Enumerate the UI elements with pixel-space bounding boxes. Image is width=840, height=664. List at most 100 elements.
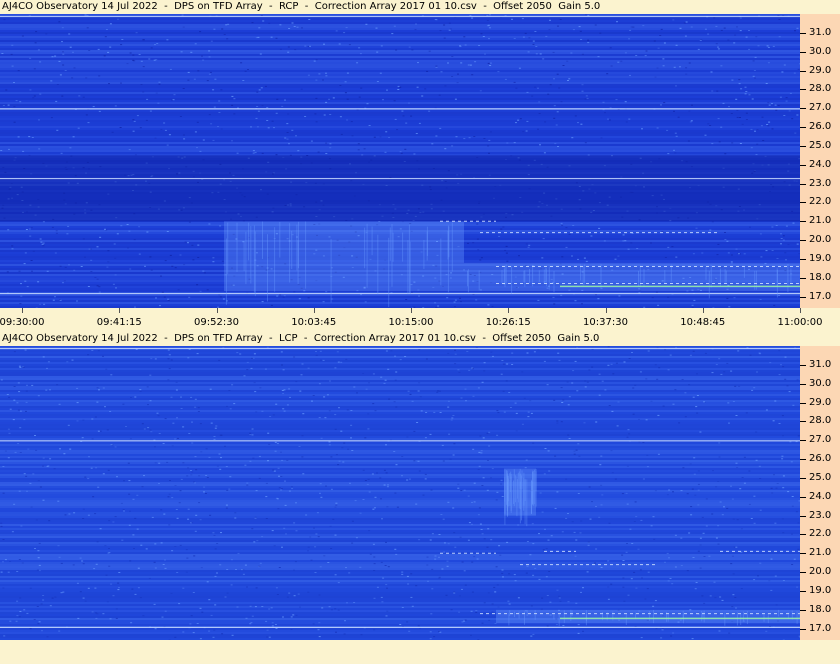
noise-speckle	[26, 286, 29, 288]
noise-speckle	[407, 583, 410, 585]
noise-speckle	[268, 443, 271, 445]
noise-speckle	[302, 473, 305, 475]
burst-streak	[478, 270, 480, 291]
burst-streak	[532, 472, 534, 504]
noise-speckle	[239, 353, 242, 355]
burst-streak	[518, 471, 520, 509]
noise-row	[0, 346, 800, 348]
noise-speckle	[577, 493, 580, 494]
noise-speckle	[324, 417, 327, 419]
y-tick	[800, 164, 806, 166]
noise-speckle	[658, 367, 661, 369]
noise-speckle	[385, 350, 388, 352]
noise-speckle	[429, 631, 432, 633]
noise-speckle	[288, 592, 291, 594]
noise-row	[0, 414, 800, 416]
noise-speckle	[519, 118, 522, 120]
noise-speckle	[2, 539, 5, 540]
x-tick-label: 09:30:00	[0, 317, 45, 328]
noise-speckle	[224, 445, 226, 447]
noise-speckle	[584, 142, 587, 144]
noise-speckle	[312, 623, 315, 625]
noise-speckle	[701, 595, 704, 597]
noise-speckle	[673, 149, 675, 151]
noise-speckle	[630, 242, 633, 244]
noise-speckle	[384, 379, 387, 381]
noise-row	[0, 526, 800, 528]
noise-row	[0, 528, 800, 530]
noise-speckle	[12, 419, 15, 421]
noise-speckle	[153, 561, 156, 563]
noise-speckle	[219, 296, 222, 298]
noise-speckle	[114, 446, 117, 448]
noise-speckle	[296, 26, 299, 28]
noise-speckle	[99, 528, 102, 530]
noise-speckle	[486, 14, 489, 16]
noise-speckle	[769, 362, 772, 364]
noise-speckle	[95, 467, 98, 469]
noise-speckle	[97, 486, 100, 488]
noise-speckle	[141, 423, 144, 425]
noise-speckle	[215, 425, 218, 427]
noise-speckle	[691, 304, 694, 306]
noise-row	[0, 304, 800, 306]
noise-speckle	[208, 630, 211, 632]
noise-speckle	[719, 501, 722, 503]
noise-speckle	[258, 27, 261, 29]
noise-speckle	[394, 492, 397, 494]
noise-row	[0, 584, 800, 586]
noise-speckle	[15, 620, 18, 622]
noise-speckle	[776, 483, 779, 484]
noise-speckle	[735, 546, 738, 548]
noise-speckle	[213, 106, 216, 108]
noise-speckle	[213, 28, 216, 30]
noise-row	[0, 100, 800, 102]
noise-speckle	[40, 603, 43, 605]
noise-speckle	[91, 350, 94, 351]
noise-row	[0, 544, 800, 546]
noise-row	[0, 506, 800, 508]
noise-speckle	[343, 442, 346, 444]
noise-speckle	[149, 429, 152, 431]
noise-speckle	[334, 608, 337, 610]
noise-speckle	[491, 611, 494, 613]
noise-speckle	[134, 154, 137, 156]
noise-speckle	[104, 406, 106, 408]
noise-speckle	[491, 603, 494, 605]
noise-speckle	[213, 436, 216, 437]
noise-speckle	[567, 513, 569, 514]
noise-speckle	[197, 411, 200, 412]
y-tick	[800, 553, 806, 555]
noise-speckle	[96, 278, 99, 280]
noise-speckle	[723, 27, 726, 29]
noise-speckle	[76, 387, 79, 389]
noise-speckle	[42, 356, 45, 358]
noise-speckle	[435, 19, 438, 21]
noise-speckle	[771, 103, 773, 105]
noise-speckle	[24, 349, 27, 351]
noise-speckle	[249, 460, 252, 462]
burst-streak	[364, 227, 366, 269]
noise-speckle	[179, 116, 182, 117]
noise-speckle	[254, 516, 257, 518]
noise-speckle	[340, 361, 343, 363]
noise-speckle	[438, 94, 441, 96]
noise-speckle	[532, 574, 535, 576]
noise-speckle	[401, 571, 404, 573]
noise-speckle	[756, 143, 759, 145]
noise-speckle	[221, 633, 224, 635]
noise-speckle	[513, 81, 516, 83]
noise-speckle	[180, 396, 182, 398]
noise-speckle	[131, 588, 134, 590]
noise-speckle	[416, 422, 419, 423]
noise-row	[0, 552, 800, 554]
noise-speckle	[686, 493, 689, 495]
noise-speckle	[196, 147, 198, 149]
noise-speckle	[718, 456, 721, 458]
noise-speckle	[691, 104, 693, 106]
y-tick-label: 28.0	[809, 83, 832, 95]
noise-speckle	[521, 423, 524, 425]
noise-speckle	[628, 38, 631, 40]
noise-speckle	[473, 501, 476, 503]
noise-speckle	[307, 550, 309, 552]
